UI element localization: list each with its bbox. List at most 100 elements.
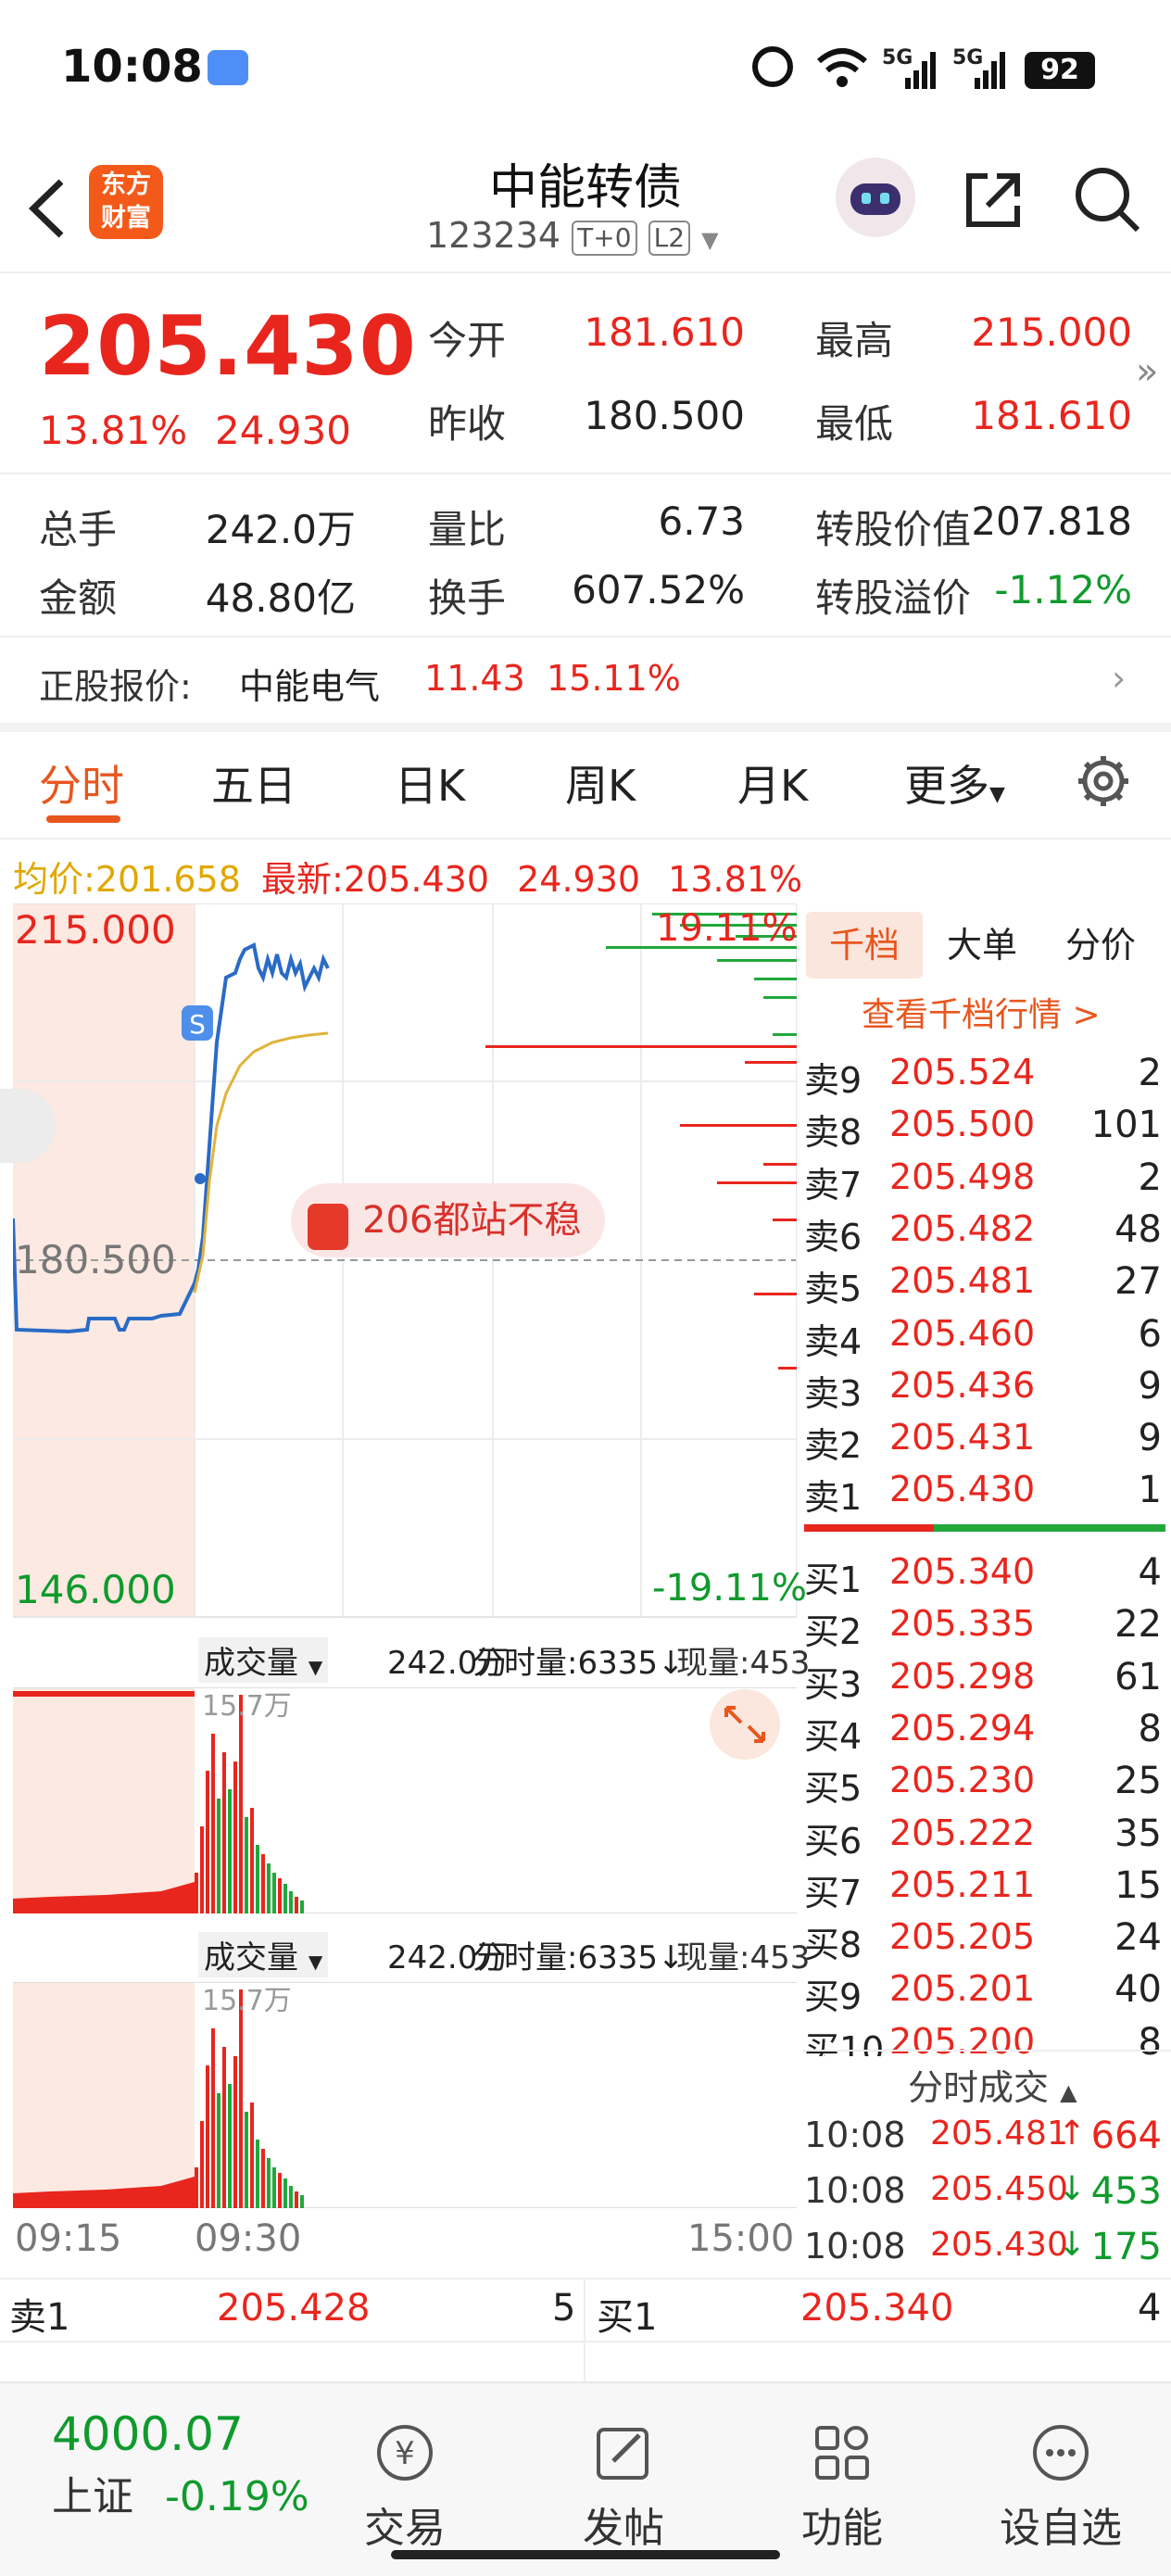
buy-volume: 25 xyxy=(1114,1760,1162,1803)
strip-sell-vol: 5 xyxy=(552,2287,576,2330)
tab-big-orders[interactable]: 大单 xyxy=(947,912,1017,979)
buy-level-label: 买3 xyxy=(804,1663,863,1705)
sell-row[interactable]: 卖1 205.430 1 xyxy=(0,1469,1171,1518)
avg-value: 201.658 xyxy=(94,859,241,900)
buy-price: 205.335 xyxy=(889,1603,1036,1645)
buy-row[interactable]: 买3 205.298 61 xyxy=(0,1655,1171,1705)
edit-icon xyxy=(597,2428,648,2480)
tab-intraday[interactable]: 分时 xyxy=(39,752,124,814)
yuan-circle-icon: ¥ xyxy=(377,2425,433,2481)
tab-more[interactable]: 更多▼ xyxy=(904,752,1005,814)
turnover-label: 换手 xyxy=(428,575,507,621)
nav-trade[interactable]: ¥ 交易 xyxy=(335,2420,474,2554)
buy-volume: 24 xyxy=(1114,1916,1162,1960)
trade-price: 205.450 xyxy=(930,2170,1068,2208)
tab-monthly-k[interactable]: 月K xyxy=(737,752,808,814)
home-indicator xyxy=(391,2550,780,2559)
trade-volume: 453 xyxy=(1090,2170,1162,2213)
buy-volume: 15 xyxy=(1114,1863,1162,1907)
sell-volume: 2 xyxy=(1138,1155,1162,1199)
nav-watchlist-label: 设自选 xyxy=(1000,2505,1122,2552)
trades-title[interactable]: 分时成交 ▲ xyxy=(908,2059,1077,2110)
sell-price: 205.482 xyxy=(889,1207,1036,1249)
sell-row[interactable]: 卖2 205.431 9 xyxy=(0,1417,1171,1466)
sell-row[interactable]: 卖9 205.524 2 xyxy=(0,1052,1171,1101)
nav-functions[interactable]: 功能 xyxy=(773,2420,912,2554)
tab-thousand-level[interactable]: 千档 xyxy=(806,912,923,979)
amount-value: 48.80亿 xyxy=(205,575,356,621)
signal-bars-icon-2 xyxy=(975,52,1005,89)
nav-post[interactable]: 发帖 xyxy=(554,2420,693,2554)
avg-label: 均价: xyxy=(13,859,95,900)
buy-level-label: 买9 xyxy=(804,1976,863,2018)
search-icon[interactable] xyxy=(1073,165,1143,235)
view-depth-link[interactable]: 查看千档行情 > xyxy=(862,988,1101,1036)
high-value: 215.000 xyxy=(971,309,1132,355)
sell-row[interactable]: 卖6 205.482 48 xyxy=(0,1207,1171,1257)
security-code-row[interactable]: 123234 T+0 L2 ▼ xyxy=(426,215,719,256)
latest-label: 最新: xyxy=(261,859,344,900)
nav-watchlist[interactable]: 设自选 xyxy=(991,2420,1130,2554)
sell-level-label: 卖4 xyxy=(804,1320,863,1362)
buy-row[interactable]: 买6 205.222 35 xyxy=(0,1812,1171,1862)
t0-tag: T+0 xyxy=(572,220,637,256)
tab-weekly-k[interactable]: 周K xyxy=(565,752,636,814)
strip-sell-price: 205.428 xyxy=(217,2287,371,2330)
sell-level-label: 卖9 xyxy=(804,1060,863,1101)
index-widget[interactable]: 4000.07 上证 -0.19% xyxy=(52,2407,309,2522)
sell-level-label: 卖6 xyxy=(804,1216,863,1257)
back-icon[interactable] xyxy=(26,176,67,241)
sell-row[interactable]: 卖3 205.436 9 xyxy=(0,1364,1171,1414)
buy-row[interactable]: 买1 205.340 4 xyxy=(0,1551,1171,1600)
section-gap xyxy=(0,723,1171,732)
buy-level-label: 买5 xyxy=(804,1768,863,1810)
wifi-icon xyxy=(817,48,867,87)
hands-label: 总手 xyxy=(39,507,118,552)
divider xyxy=(0,2341,1171,2342)
sell-row[interactable]: 卖8 205.500 101 xyxy=(0,1104,1171,1153)
sell-price: 205.436 xyxy=(889,1364,1036,1406)
buy-volume: 40 xyxy=(1114,1968,1162,2012)
buy-row[interactable]: 买9 205.201 40 xyxy=(0,1968,1171,2017)
open-value: 181.610 xyxy=(584,309,745,355)
index-name: 上证 xyxy=(52,2473,133,2520)
divider xyxy=(0,636,1171,638)
sell-row[interactable]: 卖5 205.481 27 xyxy=(0,1260,1171,1309)
battery-icon: 92 xyxy=(1025,52,1095,89)
buy-row[interactable]: 买5 205.230 25 xyxy=(0,1760,1171,1809)
buy-level-label: 买1 xyxy=(804,1559,863,1600)
tab-daily-k[interactable]: 日K xyxy=(395,752,465,814)
buy-price: 205.298 xyxy=(889,1655,1036,1697)
sell-price: 205.460 xyxy=(889,1312,1036,1354)
page-title: 中能转债 xyxy=(488,160,682,216)
buy-level-label: 买8 xyxy=(804,1925,863,1966)
premium-value: -1.12% xyxy=(994,567,1132,612)
tab-five-day[interactable]: 五日 xyxy=(211,752,296,814)
sell-volume: 48 xyxy=(1114,1207,1162,1251)
buy-row[interactable]: 买7 205.211 15 xyxy=(0,1863,1171,1913)
buy-row[interactable]: 买2 205.335 22 xyxy=(0,1603,1171,1652)
logo-line-1: 东方 xyxy=(101,170,151,199)
robot-avatar-icon[interactable] xyxy=(836,158,915,237)
gear-icon[interactable] xyxy=(1075,752,1132,810)
sell-level-label: 卖5 xyxy=(804,1269,863,1310)
l2-tag: L2 xyxy=(648,220,691,256)
share-icon[interactable] xyxy=(960,167,1026,234)
tab-active-indicator xyxy=(46,815,120,823)
divider xyxy=(0,473,1171,474)
sell-volume: 1 xyxy=(1138,1469,1162,1512)
chevron-right-double-icon[interactable]: » xyxy=(1136,350,1158,393)
buy-row[interactable]: 买4 205.294 8 xyxy=(0,1708,1171,1757)
buy-volume: 61 xyxy=(1114,1655,1162,1698)
tab-price-dist[interactable]: 分价 xyxy=(1065,912,1136,979)
sell-level-label: 卖8 xyxy=(804,1112,863,1154)
buy-row[interactable]: 买8 205.205 24 xyxy=(0,1916,1171,1965)
index-pct: -0.19% xyxy=(165,2473,309,2520)
alarm-icon xyxy=(752,46,793,87)
sell-row[interactable]: 卖4 205.460 6 xyxy=(0,1312,1171,1362)
conv-value: 207.818 xyxy=(971,499,1132,544)
buy-level-label: 买4 xyxy=(804,1715,863,1757)
sell-row[interactable]: 卖7 205.498 2 xyxy=(0,1155,1171,1206)
latest-change: 24.930 xyxy=(517,859,641,900)
security-code: 123234 xyxy=(426,215,561,256)
